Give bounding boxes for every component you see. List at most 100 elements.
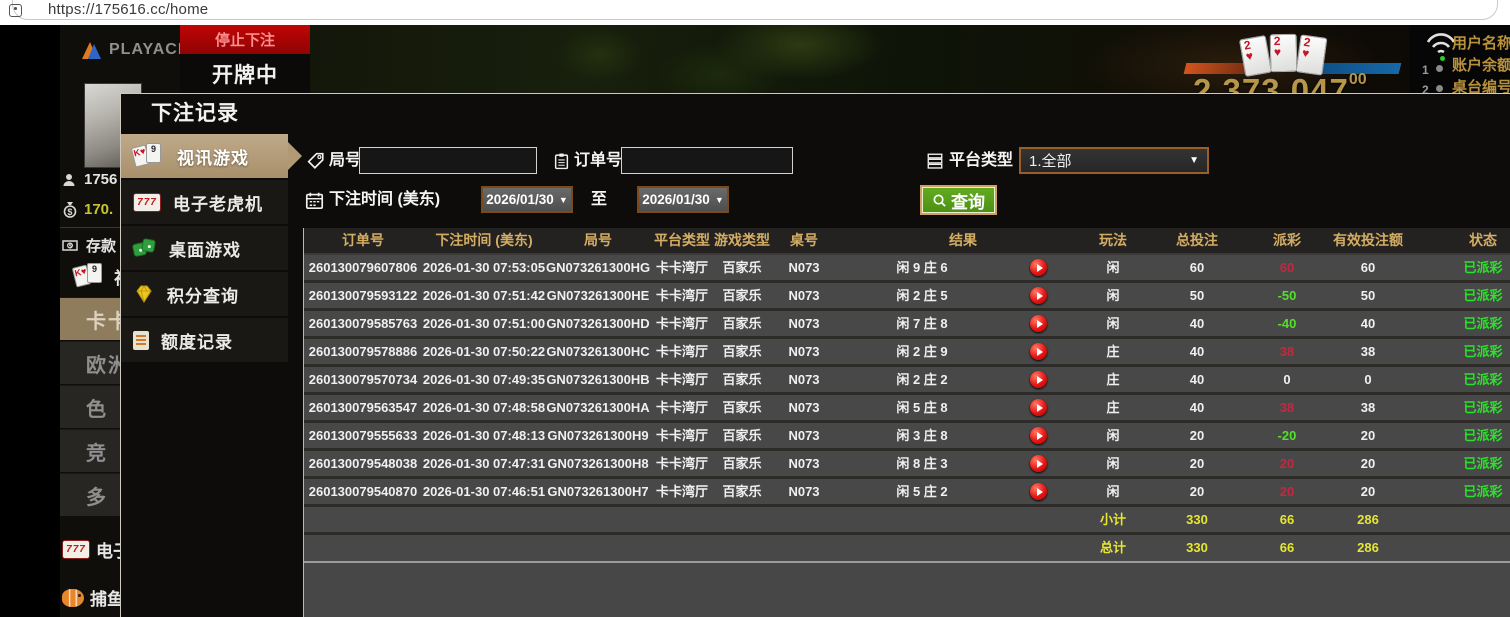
cell-platform: 卡卡湾厅 [655, 456, 708, 471]
play-triangle [1037, 319, 1043, 328]
cell-total_bet: 40 [1189, 400, 1205, 415]
table-row: 260130079607806 2026-01-30 07:53:05 GN0732… [304, 255, 1510, 283]
sum-total_bet: 330 [1186, 540, 1208, 555]
cell-order: 260130079593122 [308, 288, 418, 303]
cell-result: 闲 3 庄 8 [838, 423, 1088, 448]
deposit-label[interactable]: 存款 [86, 235, 116, 256]
order-number-input[interactable] [621, 147, 793, 174]
screen: https://175616.cc/home PLAYACE 1756 $ 17… [0, 0, 1510, 617]
cell-status: 已派彩 [1463, 456, 1503, 471]
clipboard-icon [553, 147, 570, 175]
fishing-label[interactable]: 捕鱼 [90, 585, 124, 610]
sum-payout: 66 [1279, 540, 1295, 555]
sidebar-item-table-games[interactable]: 桌面游戏 [121, 226, 288, 270]
cell-game: 百家乐 [722, 344, 762, 359]
play-triangle [1037, 291, 1043, 300]
cell-payout: 38 [1279, 400, 1295, 415]
play-video-icon[interactable] [1030, 427, 1047, 444]
cell-time: 2026-01-30 07:47:31 [422, 456, 546, 471]
slots-777-icon: 777 [133, 192, 161, 212]
cell-round: GN073261300HC [546, 344, 650, 359]
play-video-icon[interactable] [1030, 343, 1047, 360]
cell-time: 2026-01-30 07:48:58 [422, 400, 546, 415]
play-video-icon[interactable] [1030, 455, 1047, 472]
column-header-status: 状态 [1469, 232, 1497, 248]
platform-type-select[interactable]: 1.全部 ▼ [1019, 147, 1209, 174]
cell-status: 已派彩 [1463, 344, 1503, 359]
cell-result: 闲 7 庄 8 [838, 311, 1088, 336]
result-text: 闲 7 庄 8 [896, 316, 948, 331]
cell-order: 260130079585763 [308, 316, 418, 331]
cell-status: 已派彩 [1463, 400, 1503, 415]
cell-play: 闲 [1106, 260, 1120, 275]
cell-platform: 卡卡湾厅 [655, 344, 708, 359]
cell-round: GN073261300H7 [547, 484, 649, 499]
play-video-icon[interactable] [1030, 259, 1047, 276]
fishing-row[interactable]: 捕鱼 [62, 585, 124, 610]
cell-game: 百家乐 [722, 288, 762, 303]
cell-time: 2026-01-30 07:50:22 [422, 344, 546, 359]
column-header-order: 订单号 [342, 232, 384, 248]
table-row: 260130079570734 2026-01-30 07:49:35 GN0732… [304, 367, 1510, 395]
search-button[interactable]: 查询 [920, 185, 997, 215]
cell-platform: 卡卡湾厅 [655, 484, 708, 499]
cell-time: 2026-01-30 07:46:51 [422, 484, 546, 499]
cell-time: 2026-01-30 07:51:42 [422, 288, 546, 303]
sidebar-item-slots[interactable]: 777 电子老虎机 [121, 180, 288, 224]
total-row: 总计 330 66 286 [304, 535, 1510, 563]
sum-result [838, 535, 1088, 561]
cell-total_bet: 60 [1189, 260, 1205, 275]
banknote-icon: $ [62, 239, 78, 251]
cell-play: 庄 [1106, 400, 1120, 415]
cell-platform: 卡卡湾厅 [655, 316, 708, 331]
date-to-select[interactable]: 2026/01/30 ▼ [637, 186, 729, 213]
cell-game: 百家乐 [722, 456, 762, 471]
deposit-row[interactable]: $ 存款 [62, 235, 116, 256]
play-video-icon[interactable] [1030, 315, 1047, 332]
cell-game: 百家乐 [722, 484, 762, 499]
sidebar-item-points[interactable]: 积分查询 [121, 272, 288, 316]
seat-dot-2 [1436, 85, 1443, 92]
round-number-input[interactable] [359, 147, 537, 174]
order-number-label: 订单号 [574, 152, 623, 169]
sidebar-item-credit-records[interactable]: 额度记录 [121, 318, 288, 362]
play-video-icon[interactable] [1030, 371, 1047, 388]
cell-play: 庄 [1106, 344, 1120, 359]
playace-logo-icon [82, 42, 101, 59]
cell-order: 260130079540870 [308, 484, 418, 499]
cell-total_bet: 40 [1189, 372, 1205, 387]
cell-platform: 卡卡湾厅 [655, 260, 708, 275]
tag-icon [307, 147, 325, 175]
cell-play: 闲 [1106, 288, 1120, 303]
play-video-icon[interactable] [1030, 287, 1047, 304]
table-header-row: 订单号 下注时间 (美东) 局号 平台类型 游戏类型 桌号 结果 玩法 总投注 派彩 有效投注额 状态 [304, 228, 1510, 255]
cards-icon: K♥ 9 [130, 143, 165, 169]
table-status-widget: 停止下注 开牌中 [180, 25, 310, 93]
result-text: 闲 2 庄 2 [896, 372, 948, 387]
browser-address-bar[interactable]: https://175616.cc/home [0, 0, 1510, 25]
play-video-icon[interactable] [1030, 483, 1047, 500]
records-table: 订单号 下注时间 (美东) 局号 平台类型 游戏类型 桌号 结果 玩法 总投注 派彩 有效投注额 状态… [303, 228, 1510, 617]
table-number-label: 桌台编号 [1452, 79, 1510, 93]
play-video-icon[interactable] [1030, 399, 1047, 416]
cell-table_no: N073 [788, 316, 820, 331]
sidebar-item-video-games[interactable]: K♥ 9 视讯游戏 [121, 134, 302, 178]
cell-play: 闲 [1106, 484, 1120, 499]
cell-round: GN073261300HD [546, 316, 650, 331]
cell-table_no: N073 [788, 260, 820, 275]
play-triangle [1037, 403, 1043, 412]
gem-icon [136, 285, 152, 303]
cell-status: 已派彩 [1463, 260, 1503, 275]
cell-valid_bet: 60 [1360, 260, 1376, 275]
cell-payout: -20 [1277, 428, 1297, 443]
calendar-icon [305, 186, 324, 214]
date-from-select[interactable]: 2026/01/30 ▼ [481, 186, 573, 213]
cell-play: 闲 [1106, 428, 1120, 443]
sum-result [838, 507, 1088, 532]
cell-game: 百家乐 [722, 260, 762, 275]
url-text[interactable]: https://175616.cc/home [48, 1, 208, 18]
cell-status: 已派彩 [1463, 428, 1503, 443]
cell-round: GN073261300H9 [547, 428, 649, 443]
username-label: 用户名称 [1452, 35, 1510, 52]
cell-status: 已派彩 [1463, 316, 1503, 331]
